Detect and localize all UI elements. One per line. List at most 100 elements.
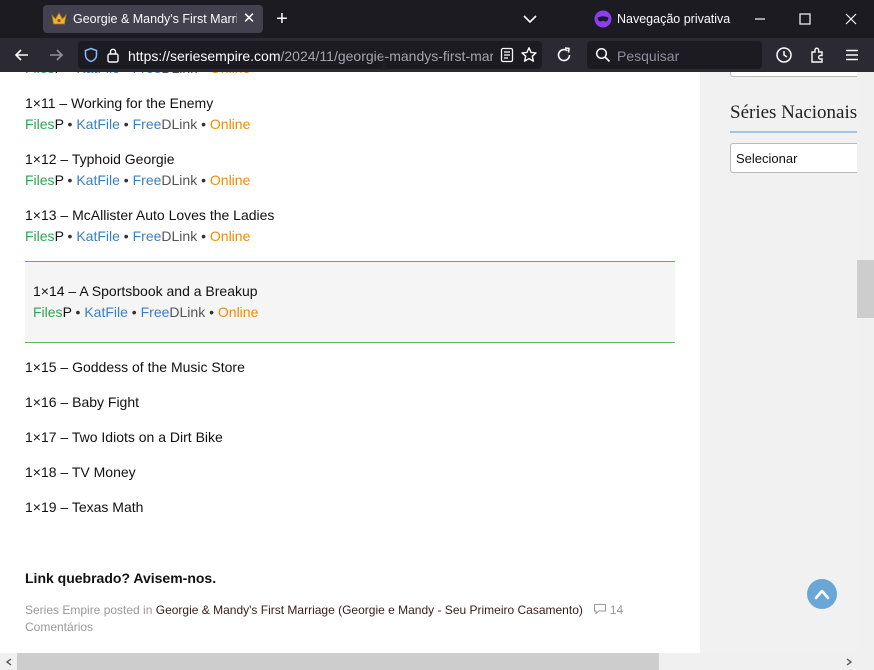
link-files[interactable]: Files: [33, 304, 63, 320]
link-free[interactable]: Free: [133, 228, 162, 244]
private-mask-icon: [594, 10, 612, 28]
url-bar[interactable]: https://seriesempire.com/2024/11/georgie…: [78, 41, 542, 69]
separator: •: [119, 228, 133, 244]
link-files-suffix[interactable]: P: [55, 116, 64, 132]
separator: •: [197, 72, 210, 76]
search-bar[interactable]: Pesquisar: [587, 41, 762, 69]
link-dlink[interactable]: DLink: [161, 228, 197, 244]
episode-title: 1×16 – Baby Fight: [25, 394, 140, 410]
link-files-suffix[interactable]: P: [55, 228, 64, 244]
episode-title: 1×19 – Texas Math: [25, 499, 144, 515]
link-dlink[interactable]: DLink: [161, 172, 197, 188]
episode-title: 1×13 – McAllister Auto Loves the Ladies: [25, 207, 275, 223]
separator: •: [119, 172, 133, 188]
tab-title: Georgie & Mandy's First Marriage (Georgi…: [73, 12, 237, 26]
link-files-suffix[interactable]: P: [55, 72, 64, 76]
sidebar-heading-underline: [730, 131, 857, 133]
separator: •: [197, 116, 210, 132]
episode-title: 1×11 – Working for the Enemy: [25, 95, 214, 111]
broken-link-notice: Link quebrado? Avisem-nos.: [25, 570, 217, 586]
link-files[interactable]: Files: [25, 172, 55, 188]
link-katfile[interactable]: KatFile: [76, 228, 120, 244]
links-row: FilesP • KatFile • FreeDLink • Online: [25, 228, 250, 244]
link-katfile[interactable]: KatFile: [84, 304, 128, 320]
separator: •: [63, 172, 77, 188]
link-online[interactable]: Online: [210, 228, 250, 244]
url-text[interactable]: https://seriesempire.com/2024/11/georgie…: [128, 48, 493, 64]
link-online[interactable]: Online: [218, 304, 258, 320]
link-katfile[interactable]: KatFile: [76, 172, 120, 188]
link-online[interactable]: Online: [210, 116, 250, 132]
link-katfile[interactable]: KatFile: [76, 116, 120, 132]
link-online[interactable]: Online: [210, 72, 250, 76]
links-row: FilesP • KatFile • FreeDLink • Online: [25, 172, 250, 188]
back-button[interactable]: [11, 44, 33, 66]
episode-title: 1×18 – TV Money: [25, 464, 136, 480]
link-files-suffix[interactable]: P: [55, 172, 64, 188]
text-cursor-icon: [380, 54, 388, 70]
minimize-button[interactable]: [749, 8, 771, 30]
scroll-left-icon[interactable]: [0, 653, 17, 670]
comment-count[interactable]: 14: [610, 603, 623, 617]
link-free[interactable]: Free: [133, 72, 162, 76]
link-free[interactable]: Free: [133, 116, 162, 132]
link-free[interactable]: Free: [141, 304, 170, 320]
link-free[interactable]: Free: [133, 172, 162, 188]
link-files[interactable]: Files: [25, 228, 55, 244]
episode-title: 1×12 – Typhoid Georgie: [25, 151, 175, 167]
link-online[interactable]: Online: [210, 172, 250, 188]
link-dlink[interactable]: DLink: [169, 304, 205, 320]
link-dlink[interactable]: DLink: [161, 116, 197, 132]
private-browsing-indicator: Navegação privativa: [594, 9, 730, 29]
sidebar: Séries Nacionais Selecionar: [700, 72, 857, 653]
bookmark-star-icon[interactable]: [520, 46, 538, 64]
category-link[interactable]: Georgie & Mandy's First Marriage (Georgi…: [156, 603, 583, 617]
episode-title: 1×17 – Two Idiots on a Dirt Bike: [25, 429, 223, 445]
maximize-button[interactable]: [794, 8, 816, 30]
history-icon[interactable]: [773, 44, 795, 66]
comments-label[interactable]: Comentários: [25, 620, 93, 634]
posted-by: Series Empire posted in: [25, 603, 153, 617]
private-label: Navegação privativa: [617, 12, 731, 26]
link-files[interactable]: Files: [25, 116, 55, 132]
separator: •: [205, 304, 218, 320]
horizontal-scroll-thumb[interactable]: [17, 653, 659, 670]
forward-button[interactable]: [45, 44, 67, 66]
sidebar-select-cut[interactable]: [730, 72, 857, 77]
separator: •: [63, 116, 77, 132]
separator: •: [197, 228, 210, 244]
crown-icon: [51, 11, 67, 27]
url-host: https://seriesempire.com: [128, 48, 281, 64]
link-dlink[interactable]: DLink: [161, 72, 197, 76]
chevron-down-icon[interactable]: [520, 9, 540, 29]
reload-button[interactable]: [553, 44, 575, 66]
close-icon[interactable]: ✕: [241, 11, 257, 27]
menu-icon[interactable]: [841, 44, 863, 66]
separator: •: [71, 304, 85, 320]
national-series-select[interactable]: Selecionar: [730, 143, 857, 173]
link-files[interactable]: Files: [25, 72, 55, 76]
separator: •: [119, 116, 133, 132]
new-tab-button[interactable]: +: [272, 9, 292, 29]
comment-icon[interactable]: [593, 603, 607, 615]
scroll-to-top-button[interactable]: [807, 579, 837, 609]
browser-tab[interactable]: Georgie & Mandy's First Marriage (Georgi…: [43, 5, 263, 33]
page-content: FilesP • KatFile • FreeDLink • Online 1×…: [0, 72, 857, 653]
reader-view-icon[interactable]: [499, 47, 515, 63]
episode-title: 1×14 – A Sportsbook and a Breakup: [33, 283, 258, 299]
sidebar-heading: Séries Nacionais: [730, 102, 857, 123]
extensions-icon[interactable]: [807, 44, 829, 66]
separator: •: [63, 228, 77, 244]
vertical-scroll-thumb[interactable]: [857, 260, 874, 318]
window-close-button[interactable]: [840, 8, 862, 30]
link-katfile[interactable]: KatFile: [76, 72, 120, 76]
shield-icon[interactable]: [83, 47, 99, 63]
separator: •: [120, 72, 133, 76]
separator: •: [197, 172, 210, 188]
tab-bar: Georgie & Mandy's First Marriage (Georgi…: [0, 0, 874, 38]
search-icon: [595, 47, 611, 63]
link-files-suffix[interactable]: P: [63, 304, 72, 320]
vertical-scrollbar[interactable]: [857, 72, 874, 653]
scroll-right-icon[interactable]: [840, 653, 857, 670]
lock-icon[interactable]: [106, 47, 120, 63]
